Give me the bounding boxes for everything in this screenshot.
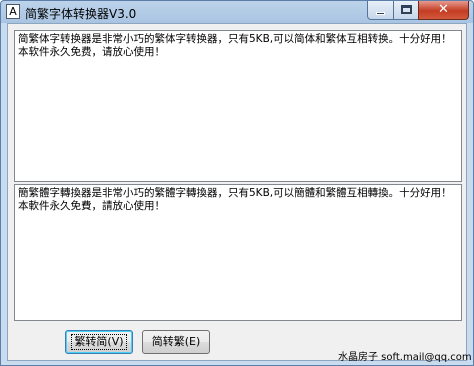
app-icon[interactable]: A: [6, 4, 20, 19]
traditional-text-input[interactable]: 簡繁體字轉換器是非常小巧的繁體字轉換器，只有5KB,可以簡體和繁體互相轉換。十分…: [14, 184, 462, 321]
to-simplified-button[interactable]: 繁转简(V): [65, 330, 133, 354]
app-window: A 简繁字体转换器V3.0 ✕ 简繁体字转换器是非常小巧的繁体字转换器，只有5K…: [0, 0, 474, 366]
author-credit: 水晶房子 soft.mail@qq.com: [338, 352, 472, 363]
client-area: 简繁体字转换器是非常小巧的繁体字转换器，只有5KB,可以简体和繁体互相转换。十分…: [7, 23, 472, 363]
to-traditional-button[interactable]: 简转繁(E): [142, 330, 210, 354]
maximize-button[interactable]: [393, 1, 419, 20]
window-title: 简繁字体转换器V3.0: [25, 7, 137, 21]
to-simplified-label: 繁转简(V): [71, 334, 127, 350]
simplified-text-input[interactable]: 简繁体字转换器是非常小巧的繁体字转换器，只有5KB,可以简体和繁体互相转换。十分…: [14, 30, 462, 182]
close-button[interactable]: ✕: [418, 1, 469, 20]
minimize-icon: [376, 12, 385, 15]
to-traditional-label: 简转繁(E): [151, 335, 201, 348]
close-icon: ✕: [438, 2, 449, 17]
title-bar[interactable]: A 简繁字体转换器V3.0 ✕: [1, 1, 473, 23]
maximize-icon: [401, 5, 412, 14]
minimize-button[interactable]: [367, 1, 394, 20]
